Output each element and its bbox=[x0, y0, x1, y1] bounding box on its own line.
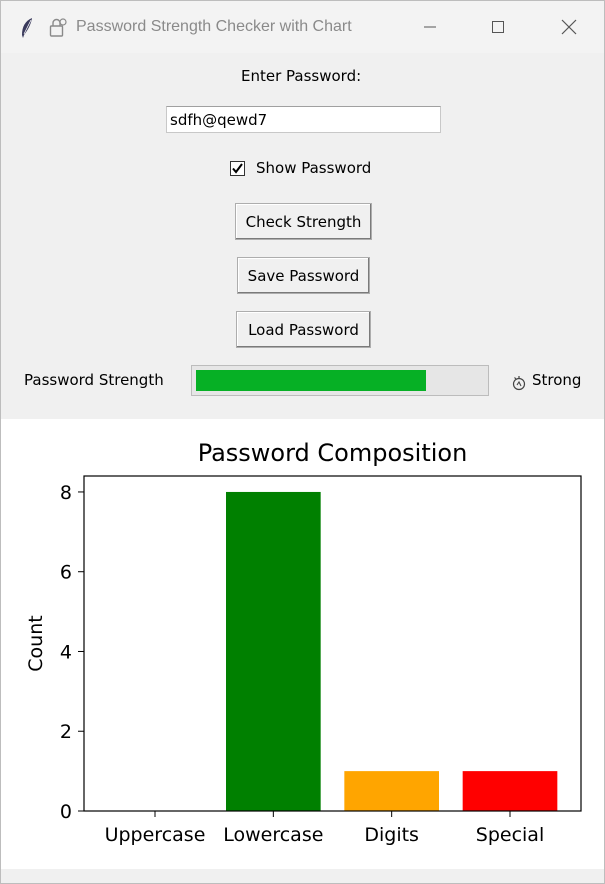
password-input[interactable] bbox=[166, 106, 441, 133]
close-button[interactable] bbox=[546, 9, 592, 45]
title-bar[interactable]: Password Strength Checker with Chart bbox=[1, 1, 604, 53]
window-bottom bbox=[1, 869, 604, 883]
y-tick-label: 2 bbox=[60, 721, 72, 743]
show-password-checkbox[interactable] bbox=[230, 161, 245, 176]
chart-bar bbox=[226, 491, 321, 811]
lock-icon bbox=[49, 18, 67, 37]
strength-progress-fill bbox=[196, 370, 427, 391]
x-tick-label: Special bbox=[476, 824, 544, 846]
x-tick-label: Digits bbox=[364, 824, 419, 846]
x-tick-label: Lowercase bbox=[223, 824, 323, 846]
enter-password-label: Enter Password: bbox=[241, 67, 362, 85]
y-tick-label: 0 bbox=[60, 801, 72, 823]
save-password-button[interactable]: Save Password bbox=[237, 257, 370, 294]
load-password-button[interactable]: Load Password bbox=[236, 311, 371, 348]
chart-bar bbox=[462, 771, 558, 811]
minimize-button[interactable] bbox=[407, 9, 453, 45]
strength-status-text: Strong bbox=[532, 371, 582, 389]
minimize-icon bbox=[424, 26, 436, 28]
x-tick-label: Uppercase bbox=[105, 824, 206, 846]
checkmark-icon bbox=[232, 163, 243, 174]
strength-indicator-icon bbox=[512, 376, 526, 391]
chart-bar bbox=[344, 771, 439, 811]
chart-area: Password Composition Uppercase Lowercase Di… bbox=[1, 419, 604, 869]
maximize-icon bbox=[492, 21, 504, 33]
chart-title: Password Composition bbox=[198, 439, 468, 467]
password-strength-label: Password Strength bbox=[24, 371, 164, 389]
y-tick-label: 8 bbox=[60, 482, 72, 504]
y-axis-label: Count bbox=[25, 615, 47, 671]
y-tick-label: 4 bbox=[60, 641, 72, 663]
y-tick-label: 6 bbox=[60, 562, 72, 584]
app-window: Password Strength Checker with Chart Ent… bbox=[0, 0, 605, 884]
check-strength-button[interactable]: Check Strength bbox=[235, 203, 372, 240]
strength-progress-bar bbox=[191, 365, 489, 396]
window-title: Password Strength Checker with Chart bbox=[76, 18, 352, 35]
show-password-label[interactable]: Show Password bbox=[256, 159, 371, 177]
feather-icon bbox=[22, 18, 32, 38]
maximize-button[interactable] bbox=[475, 9, 521, 45]
plot-frame bbox=[83, 475, 582, 812]
composition-chart: Password Composition Uppercase Lowercase Di… bbox=[25, 439, 582, 846]
close-icon bbox=[561, 19, 577, 35]
